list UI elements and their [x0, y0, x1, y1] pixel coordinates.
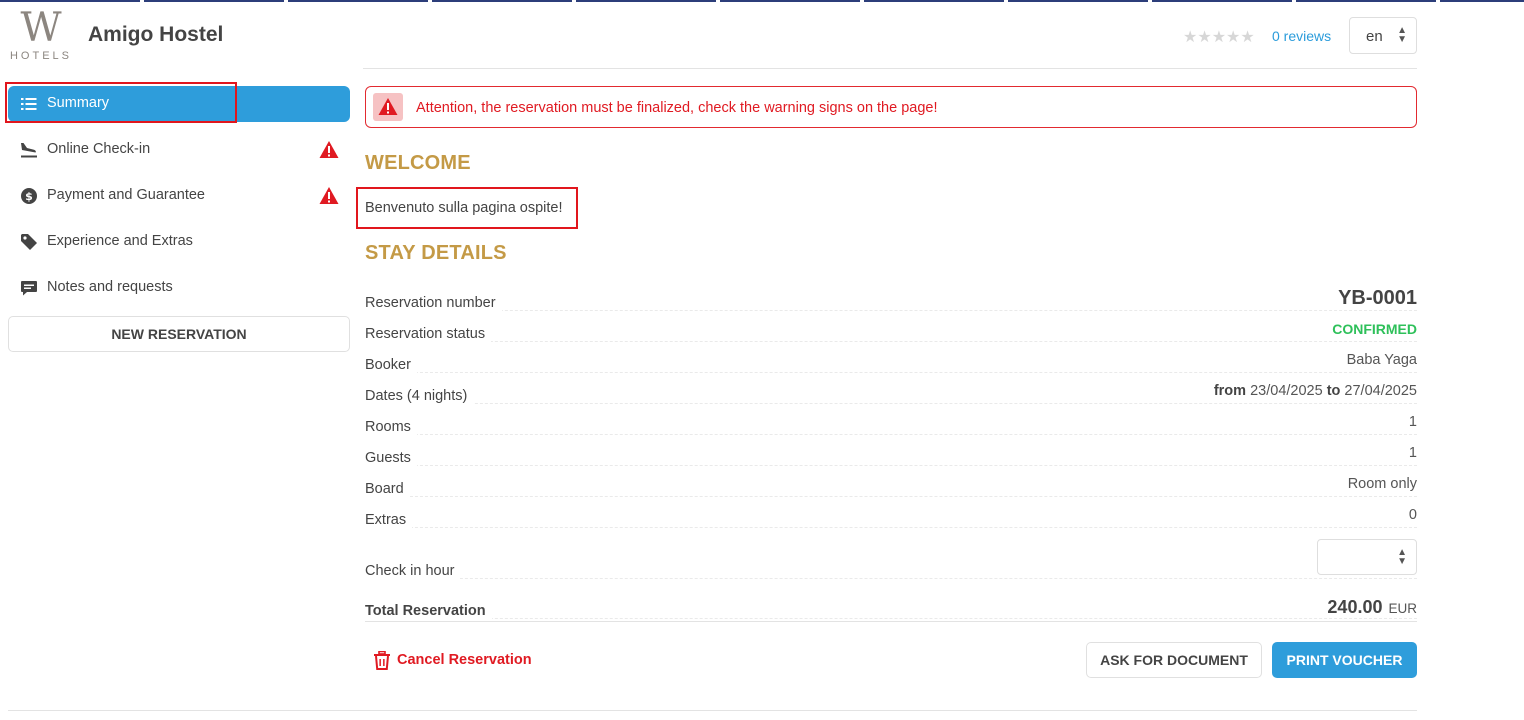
warning-icon	[319, 187, 339, 204]
detail-row-checkin-hour: Check in hour ▲ ▼	[365, 528, 1417, 579]
select-caret-icon: ▲ ▼	[1397, 547, 1407, 567]
language-value: en	[1366, 28, 1383, 45]
trash-icon	[374, 651, 390, 670]
detail-label: Booker	[365, 357, 417, 373]
header-divider	[363, 68, 1417, 69]
select-caret-icon: ▲ ▼	[1397, 25, 1407, 45]
total-currency: EUR	[1388, 601, 1417, 616]
language-select[interactable]: en ▲ ▼	[1349, 17, 1417, 54]
board-value: Room only	[1347, 476, 1417, 492]
detail-label: Extras	[365, 512, 413, 528]
comment-icon	[21, 281, 37, 296]
detail-label: Reservation status	[365, 326, 492, 342]
detail-row-rooms: Rooms 1	[365, 404, 1417, 435]
svg-text:$: $	[25, 190, 33, 203]
reservation-number: YB-0001	[1338, 287, 1417, 309]
welcome-title: WELCOME	[365, 152, 471, 174]
logo-subtitle: HOTELS	[9, 50, 72, 62]
cancel-label: Cancel Reservation	[397, 652, 532, 668]
total-amount: 240.00	[1327, 597, 1383, 617]
highlight-box-summary	[5, 82, 237, 123]
detail-row-board: Board Room only	[365, 466, 1417, 497]
logo-letter: W	[20, 5, 62, 51]
detail-row-total: Total Reservation 240.00 EUR	[365, 579, 1417, 619]
detail-row-reservation-number: Reservation number YB-0001	[365, 280, 1417, 311]
date-to: 27/04/2025	[1344, 383, 1417, 399]
detail-row-extras: Extras 0	[365, 497, 1417, 528]
detail-row-status: Reservation status CONFIRMED	[365, 311, 1417, 342]
ask-for-document-button[interactable]: ASK FOR DOCUMENT	[1086, 642, 1262, 678]
new-reservation-button[interactable]: NEW RESERVATION	[8, 316, 350, 352]
dates-value: from 23/04/2025 to 27/04/2025	[1214, 383, 1417, 399]
detail-row-dates: Dates (4 nights) from 23/04/2025 to 27/0…	[365, 373, 1417, 404]
sidebar-item-label: Experience and Extras	[47, 233, 193, 249]
tag-icon	[21, 234, 37, 250]
booker-name: Baba Yaga	[1346, 352, 1417, 368]
sidebar-item-experience[interactable]: Experience and Extras	[8, 224, 350, 260]
stay-details-title: STAY DETAILS	[365, 242, 507, 264]
plane-landing-icon	[21, 143, 37, 158]
hotel-logo[interactable]: W HOTELS	[8, 5, 74, 62]
print-voucher-button[interactable]: PRINT VOUCHER	[1272, 642, 1417, 678]
dates-from-word: from	[1213, 383, 1247, 399]
rating-stars: ★★★★★	[1183, 29, 1255, 46]
warning-icon	[378, 98, 398, 115]
guests-value: 1	[1408, 445, 1417, 461]
header: W HOTELS Amigo Hostel ★★★★★ 0 reviews en…	[0, 2, 1524, 70]
alert-banner: Attention, the reservation must be final…	[365, 86, 1417, 128]
detail-label: Board	[365, 481, 410, 497]
detail-row-guests: Guests 1	[365, 435, 1417, 466]
checkin-hour-select[interactable]: ▲ ▼	[1317, 539, 1417, 575]
detail-row-booker: Booker Baba Yaga	[365, 342, 1417, 373]
date-from: 23/04/2025	[1250, 383, 1323, 399]
sidebar-item-online-checkin[interactable]: Online Check-in	[8, 132, 350, 168]
dollar-circle-icon: $	[21, 188, 37, 204]
actions-divider	[365, 621, 1417, 622]
total-value: 240.00 EUR	[1327, 597, 1417, 618]
sidebar-item-label: Payment and Guarantee	[47, 187, 205, 203]
warning-icon	[319, 141, 339, 158]
detail-label: Dates (4 nights)	[365, 388, 474, 404]
sidebar-item-label: Notes and requests	[47, 279, 173, 295]
dates-to-word: to	[1326, 383, 1341, 399]
alert-text: Attention, the reservation must be final…	[416, 100, 938, 116]
hotel-name: Amigo Hostel	[88, 23, 224, 46]
detail-label: Total Reservation	[365, 603, 492, 619]
status-badge: CONFIRMED	[1332, 321, 1417, 337]
detail-label: Check in hour	[365, 563, 461, 579]
reviews-link[interactable]: 0 reviews	[1272, 28, 1331, 44]
rooms-value: 1	[1408, 414, 1417, 430]
sidebar-item-label: Online Check-in	[47, 141, 151, 157]
detail-label: Guests	[365, 450, 417, 466]
extras-value: 0	[1408, 507, 1417, 523]
sidebar-item-payment[interactable]: $ Payment and Guarantee	[8, 178, 350, 214]
highlight-box-welcome	[356, 187, 578, 229]
detail-label: Rooms	[365, 419, 417, 435]
footer-divider	[8, 710, 1417, 711]
sidebar-item-notes[interactable]: Notes and requests	[8, 270, 350, 306]
detail-label: Reservation number	[365, 295, 502, 311]
sidebar: Summary Online Check-in $ Payment and Gu…	[8, 86, 350, 352]
stay-details-table: Reservation number YB-0001 Reservation s…	[365, 280, 1417, 619]
alert-icon-container	[373, 93, 403, 121]
